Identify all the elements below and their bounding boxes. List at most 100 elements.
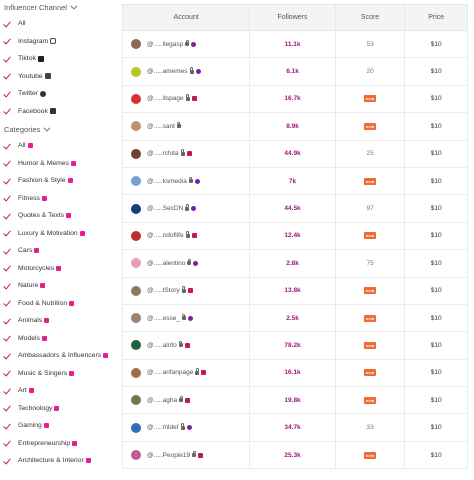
category-filter-item[interactable]: Animals: [0, 312, 118, 330]
account-handle[interactable]: @.....tStory: [147, 287, 180, 294]
account-handle[interactable]: @.....llegasp: [147, 41, 183, 48]
account-handle[interactable]: @.....rchita: [147, 150, 179, 157]
table-row[interactable]: @.....ksmedia 7k new $10: [122, 167, 468, 196]
facebook-icon: [49, 108, 56, 115]
account-handle[interactable]: @.....itspage: [147, 95, 184, 102]
score-cell: new: [336, 277, 406, 304]
table-row[interactable]: @.....tStory 13.8k new $10: [122, 277, 468, 305]
account-handle[interactable]: @.....amemes: [147, 68, 188, 75]
category-filter-item[interactable]: Nature: [0, 277, 118, 295]
avatar[interactable]: [131, 121, 141, 132]
table-row[interactable]: @.....itspage 16.7k new $10: [122, 85, 468, 114]
table-row[interactable]: @.....anfanpage 16.1k new $10: [122, 359, 468, 388]
column-header-followers[interactable]: Followers: [250, 5, 336, 30]
avatar[interactable]: [131, 39, 141, 50]
table-row[interactable]: @.....ndoflife 12.4k new $10: [122, 222, 468, 251]
account-handle[interactable]: @.....agha: [147, 397, 177, 404]
avatar[interactable]: [131, 313, 141, 324]
account-cell: @.....sant: [123, 113, 251, 140]
avatar[interactable]: [131, 66, 141, 77]
category-filter-item[interactable]: Luxury & Motivation: [0, 225, 118, 243]
checkmark-icon: [4, 300, 12, 306]
account-handle[interactable]: @.....ksmedia: [147, 178, 187, 185]
category-filter-item[interactable]: Music & Singers: [0, 365, 118, 383]
avatar[interactable]: [131, 450, 141, 461]
channel-filter-item[interactable]: Instagram: [0, 33, 118, 51]
avatar[interactable]: [131, 395, 141, 406]
channel-filter-item[interactable]: All: [0, 15, 118, 33]
category-filter-item[interactable]: Cars: [0, 242, 118, 260]
table-row[interactable]: @.....amemes 6.1k 20 $10: [122, 58, 468, 86]
influencer-channel-header[interactable]: Influencer Channel: [0, 0, 118, 14]
avatar[interactable]: [131, 340, 141, 351]
category-filter-label: Animals: [18, 317, 43, 325]
category-filter-item[interactable]: Models: [0, 330, 118, 348]
avatar[interactable]: [131, 367, 141, 378]
avatar[interactable]: [131, 285, 141, 296]
table-row[interactable]: @.....agha 19.8k new $10: [122, 387, 468, 415]
category-filter-item[interactable]: All: [0, 137, 118, 155]
channel-filter-item[interactable]: Facebook: [0, 103, 118, 121]
lock-icon: [195, 368, 200, 375]
account-handle[interactable]: @.....anfanpage: [147, 369, 193, 376]
avatar[interactable]: [131, 176, 141, 187]
account-handle[interactable]: @.....People19: [147, 452, 190, 459]
checkmark-icon: [4, 440, 12, 446]
category-filter-item[interactable]: Fitness: [0, 190, 118, 208]
price-cell: $10: [430, 122, 442, 130]
table-row[interactable]: @.....alnfo 78.2k new $10: [122, 332, 468, 360]
category-filter-item[interactable]: Food & Nutrition: [0, 295, 118, 313]
channel-filter-item[interactable]: Youtube: [0, 68, 118, 86]
category-filter-item[interactable]: Art: [0, 382, 118, 400]
account-handle[interactable]: @.....mldef: [147, 424, 179, 431]
price-cell: $10: [430, 205, 442, 213]
avatar[interactable]: [131, 258, 141, 269]
category-filter-label: Gaming: [18, 422, 42, 430]
category-filter-item[interactable]: Technology: [0, 400, 118, 418]
table-row[interactable]: @.....SecDN 44.5k 97 $10: [122, 195, 468, 223]
score-cell: 25: [336, 140, 406, 167]
category-filter-item[interactable]: Motorcycles: [0, 260, 118, 278]
channel-filter-item[interactable]: Twitter: [0, 85, 118, 103]
followers-cell: 2.5k: [250, 304, 336, 332]
avatar[interactable]: [131, 93, 141, 104]
account-cell: @.....anfanpage: [123, 359, 251, 387]
new-badge: new: [363, 95, 377, 103]
category-filter-item[interactable]: Fashion & Style: [0, 172, 118, 190]
category-filter-item[interactable]: Gaming: [0, 417, 118, 435]
account-handle[interactable]: @.....sant: [147, 123, 175, 130]
checkmark-icon: [4, 73, 12, 79]
score-cell: new: [336, 359, 406, 387]
avatar[interactable]: [131, 203, 141, 214]
account-handle[interactable]: @.....alentino: [147, 260, 185, 267]
avatar[interactable]: [131, 422, 141, 433]
category-filter-item[interactable]: Quotes & Texts: [0, 207, 118, 225]
table-row[interactable]: @.....mldef 34.7k 33 $10: [122, 414, 468, 442]
youtube-icon: [44, 73, 51, 80]
category-filter-item[interactable]: Ambassadors & Influencers: [0, 347, 118, 365]
account-handle[interactable]: @.....ndoflife: [147, 232, 184, 239]
column-header-score[interactable]: Score: [336, 5, 406, 30]
price-cell: $10: [430, 314, 442, 322]
table-row[interactable]: @.....rchita 44.9k 25 $10: [122, 140, 468, 168]
category-filter-item[interactable]: Architecture & Interior: [0, 452, 118, 470]
channel-filter-item[interactable]: Tiktok: [0, 50, 118, 68]
account-handle[interactable]: @.....SecDN: [147, 205, 183, 212]
table-row[interactable]: @.....sant 8.9k new $10: [122, 113, 468, 141]
table-row[interactable]: @.....People19 25.3k new $10: [122, 441, 468, 470]
followers-cell: 11.1k: [250, 31, 336, 58]
category-filter-item[interactable]: Entrepreneurship: [0, 435, 118, 453]
avatar[interactable]: [131, 230, 141, 241]
column-header-price[interactable]: Price: [405, 5, 467, 30]
table-row[interactable]: @.....alentino 2.8k 75 $10: [122, 250, 468, 278]
checkmark-icon: [4, 230, 12, 236]
categories-header[interactable]: Categories: [0, 122, 118, 136]
account-handle[interactable]: @.....alnfo: [147, 342, 177, 349]
table-row[interactable]: @.....llegasp 11.1k 53 $10: [122, 31, 468, 59]
instagram-icon: [56, 265, 62, 271]
avatar[interactable]: [131, 148, 141, 159]
account-handle[interactable]: @.....esse_: [147, 315, 180, 322]
table-row[interactable]: @.....esse_ 2.5k new $10: [122, 304, 468, 333]
category-filter-item[interactable]: Humor & Memes: [0, 155, 118, 173]
column-header-account[interactable]: Account: [123, 5, 251, 30]
